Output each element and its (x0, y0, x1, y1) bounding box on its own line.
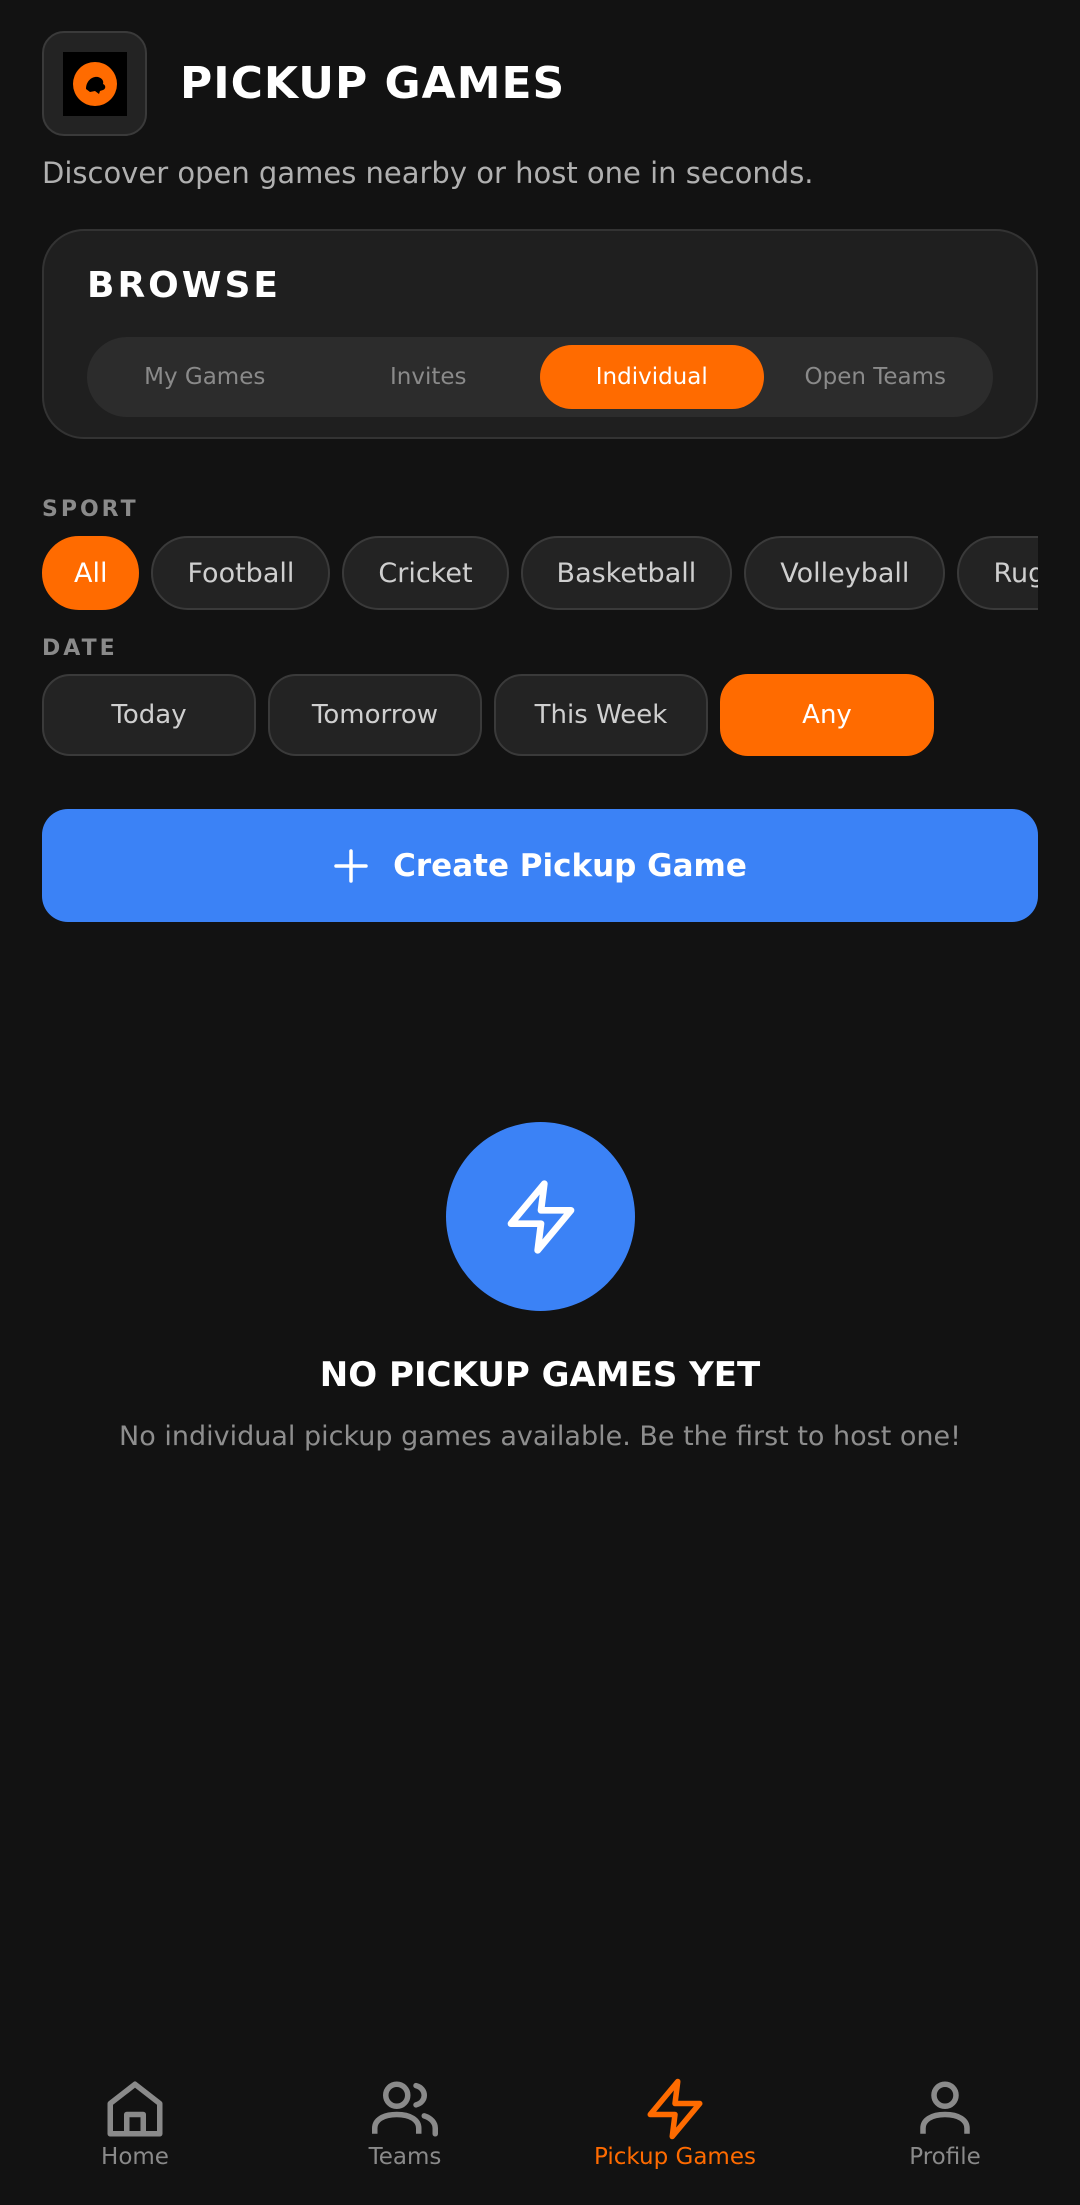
tab-home-label: Home (101, 2144, 169, 2170)
tab-profile[interactable]: Profile (810, 2040, 1080, 2205)
sport-chip-football[interactable]: Football (151, 536, 331, 610)
tab-teams[interactable]: Teams (270, 2040, 540, 2205)
tab-home[interactable]: Home (0, 2040, 270, 2205)
header: PICKUP GAMES (42, 31, 565, 136)
tab-invites[interactable]: Invites (317, 345, 541, 409)
plus-icon (334, 848, 368, 883)
sport-chip-cricket[interactable]: Cricket (342, 536, 509, 610)
app-logo[interactable] (42, 31, 147, 136)
page-subtitle: Discover open games nearby or host one i… (42, 156, 814, 190)
empty-state-title: NO PICKUP GAMES YET (319, 1355, 761, 1395)
lightning-icon (507, 1179, 574, 1254)
date-chip-tomorrow[interactable]: Tomorrow (268, 674, 482, 756)
page-title: PICKUP GAMES (180, 58, 566, 109)
sport-filter-row[interactable]: All Football Cricket Basketball Volleyba… (42, 536, 1038, 612)
tab-open-teams[interactable]: Open Teams (764, 345, 988, 409)
create-button-label: Create Pickup Game (393, 847, 747, 884)
date-section-label: DATE (42, 636, 118, 661)
tab-pickup-games[interactable]: Pickup Games (540, 2040, 810, 2205)
lightning-icon (647, 2078, 703, 2140)
teams-icon (372, 2081, 438, 2137)
sport-section-label: SPORT (42, 497, 139, 522)
create-pickup-game-button[interactable]: Create Pickup Game (42, 809, 1038, 922)
empty-state-description: No individual pickup games available. Be… (119, 1421, 961, 1452)
home-icon (107, 2081, 163, 2137)
sport-chip-volleyball[interactable]: Volleyball (744, 536, 946, 610)
bottom-tab-bar: Home Teams Pickup Games Profile (0, 2040, 1080, 2205)
sport-chip-all[interactable]: All (42, 536, 140, 610)
browse-title: BROWSE (87, 265, 281, 306)
date-chip-any[interactable]: Any (720, 674, 934, 756)
profile-icon (920, 2081, 970, 2134)
browse-card: BROWSE My Games Invites Individual Open … (42, 229, 1038, 439)
tab-pickup-games-label: Pickup Games (594, 2144, 756, 2170)
tab-individual[interactable]: Individual (540, 345, 764, 409)
sport-chip-rugby[interactable]: Rugby/Am (957, 536, 1038, 610)
tab-profile-label: Profile (909, 2144, 981, 2170)
tab-teams-label: Teams (368, 2144, 442, 2170)
date-chip-today[interactable]: Today (42, 674, 256, 756)
tab-my-games[interactable]: My Games (93, 345, 317, 409)
empty-state-icon (446, 1122, 635, 1311)
date-chip-this-week[interactable]: This Week (494, 674, 708, 756)
browse-segmented-control: My Games Invites Individual Open Teams (87, 337, 993, 417)
sport-chip-basketball[interactable]: Basketball (520, 536, 733, 610)
date-filter-row: Today Tomorrow This Week Any (42, 674, 934, 756)
mascot-logo-icon (72, 61, 117, 106)
logo-frame (62, 51, 127, 116)
